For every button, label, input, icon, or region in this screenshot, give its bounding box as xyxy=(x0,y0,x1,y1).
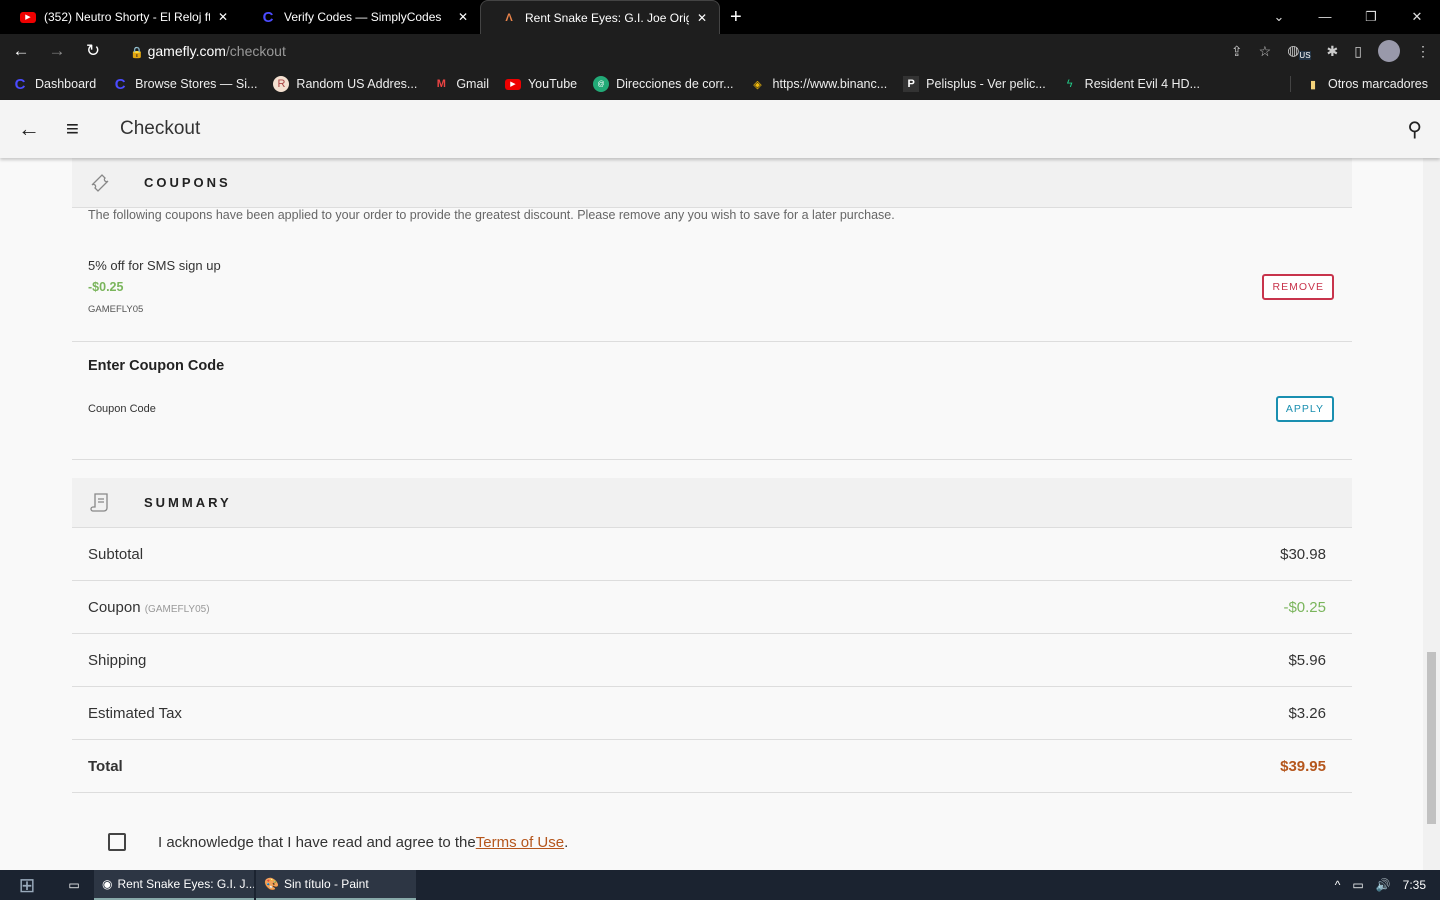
app-header: ← ≡ Checkout ⚲ xyxy=(0,100,1440,158)
bookmark[interactable]: R Random US Addres... xyxy=(273,76,417,92)
page-scrollbar[interactable] xyxy=(1423,158,1440,870)
tab-search-icon[interactable]: ⌄ xyxy=(1256,9,1302,25)
bookmark[interactable]: C Browse Stores — Si... xyxy=(112,75,258,93)
email-icon: @ xyxy=(593,76,610,92)
taskbar-item-paint[interactable]: 🎨 Sin título - Paint xyxy=(256,870,416,900)
page-title: Checkout xyxy=(120,118,201,139)
folder-icon: ▮ xyxy=(1309,78,1316,91)
forward-icon[interactable]: → xyxy=(46,41,68,61)
paint-icon: 🎨 xyxy=(264,877,279,891)
bookmark[interactable]: @ Direcciones de corr... xyxy=(593,76,734,92)
clock[interactable]: 7:35 xyxy=(1403,878,1426,892)
apply-coupon-button[interactable]: APPLY xyxy=(1275,396,1334,422)
url-field[interactable]: 🔒 gamefly.com/checkout xyxy=(130,43,286,59)
side-panel-icon[interactable]: ▯ xyxy=(1354,43,1362,60)
terms-checkbox[interactable] xyxy=(108,833,126,851)
terms-acknowledgement: I acknowledge that I have read and agree… xyxy=(72,833,1352,851)
bookmark[interactable]: P Pelisplus - Ver pelic... xyxy=(903,76,1046,92)
coupon-code-input[interactable]: Coupon Code xyxy=(88,403,156,415)
extensions-icon[interactable]: ✱ xyxy=(1327,43,1339,60)
simplycodes-icon: C xyxy=(114,75,126,93)
minimize-button[interactable]: — xyxy=(1302,9,1348,25)
receipt-icon xyxy=(90,492,108,512)
gmail-icon: M xyxy=(436,78,446,90)
vpn-extension-icon[interactable]: ◍US xyxy=(1287,42,1311,61)
close-tab-icon[interactable]: ✕ xyxy=(218,10,228,24)
simplycodes-icon: C xyxy=(262,8,274,26)
other-bookmarks[interactable]: ▮ Otros marcadores xyxy=(1289,76,1428,92)
youtube-icon: ▶ xyxy=(20,11,36,23)
volume-icon[interactable]: 🔊 xyxy=(1376,878,1391,892)
task-view-icon[interactable]: ▭ xyxy=(54,878,94,892)
chrome-icon: ◉ xyxy=(102,877,113,891)
ticket-icon xyxy=(91,173,109,192)
bookmarks-bar: C Dashboard C Browse Stores — Si... R Rando… xyxy=(0,68,1440,100)
tab-strip: ▶ (352) Neutro Shorty - El Reloj ft. S ✕ C… xyxy=(0,0,1440,34)
summary-row-subtotal: Subtotal $30.98 xyxy=(72,528,1352,581)
hamburger-menu-icon[interactable]: ≡ xyxy=(66,116,90,142)
windows-taskbar: ⊞ ▭ ◉ Rent Snake Eyes: G.I. J... 🎨 Sin tít… xyxy=(0,870,1440,900)
menu-icon[interactable]: ⋮ xyxy=(1416,43,1430,60)
tray-chevron-icon[interactable]: ^ xyxy=(1335,878,1341,892)
browser-tab[interactable]: ▶ (352) Neutro Shorty - El Reloj ft. S ✕ xyxy=(0,0,240,34)
reload-icon[interactable]: ↻ xyxy=(82,41,104,61)
bookmark[interactable]: ◈ https://www.binanc... xyxy=(750,76,887,92)
summary-row-coupon: Coupon (GAMEFLY05) -$0.25 xyxy=(72,581,1352,634)
scrollbar-thumb[interactable] xyxy=(1427,652,1436,824)
back-arrow-icon[interactable]: ← xyxy=(18,116,42,142)
start-icon[interactable]: ⊞ xyxy=(0,873,54,898)
terms-of-use-link[interactable]: Terms of Use xyxy=(476,834,564,851)
checkout-content: COUPONS The following coupons have been … xyxy=(72,158,1352,851)
browser-tab-active[interactable]: ΛRent Snake Eyes: G.I. Joe Origins✕ xyxy=(480,0,720,34)
star-icon[interactable]: ☆ xyxy=(1259,43,1272,60)
resident-evil-icon: ϟ xyxy=(1066,78,1073,90)
close-window-button[interactable]: ✕ xyxy=(1394,9,1440,25)
enter-coupon-section: Enter Coupon Code Coupon Code APPLY xyxy=(72,342,1352,460)
browser-tab[interactable]: C Verify Codes — SimplyCodes ✕ xyxy=(240,0,480,34)
summary-row-tax: Estimated Tax $3.26 xyxy=(72,687,1352,740)
search-icon[interactable]: ⚲ xyxy=(1407,117,1422,142)
pelisplus-icon: P xyxy=(903,76,920,92)
summary-header: SUMMARY xyxy=(72,478,1352,528)
share-icon[interactable]: ⇪ xyxy=(1231,43,1243,60)
summary-section: SUMMARY Subtotal $30.98 Coupon (GAMEFLY05… xyxy=(72,478,1352,793)
bookmark[interactable]: M Gmail xyxy=(433,76,489,92)
coupons-header: COUPONS xyxy=(72,158,1352,208)
network-icon[interactable]: ▭ xyxy=(1352,878,1363,892)
bookmark[interactable]: ϟ Resident Evil 4 HD... xyxy=(1062,76,1200,92)
taskbar-item-chrome[interactable]: ◉ Rent Snake Eyes: G.I. J... xyxy=(94,870,254,900)
gamefly-icon: Λ xyxy=(505,11,513,24)
close-tab-icon[interactable]: ✕ xyxy=(458,10,468,24)
coupons-note: The following coupons have been applied … xyxy=(88,208,895,222)
youtube-icon: ▶ xyxy=(504,78,521,90)
lock-icon: 🔒 xyxy=(130,47,144,59)
new-tab-button[interactable]: + xyxy=(730,6,742,29)
summary-row-total: Total $39.95 xyxy=(72,740,1352,793)
applied-coupon: 5% off for SMS sign up -$0.25 GAMEFLY05 … xyxy=(72,222,1352,342)
summary-row-shipping: Shipping $5.96 xyxy=(72,634,1352,687)
random-address-icon: R xyxy=(273,76,290,92)
bookmark[interactable]: ▶ YouTube xyxy=(504,77,577,91)
back-icon[interactable]: ← xyxy=(10,41,32,61)
simplycodes-icon: C xyxy=(14,75,26,93)
address-bar-row: ← → ↻ 🔒 gamefly.com/checkout ⇪ ☆ ◍US ✱ ▯… xyxy=(0,34,1440,68)
profile-avatar[interactable] xyxy=(1378,40,1400,62)
bookmark[interactable]: C Dashboard xyxy=(12,75,97,93)
remove-coupon-button[interactable]: REMOVE xyxy=(1262,273,1334,300)
close-tab-icon[interactable]: ✕ xyxy=(697,11,707,25)
binance-icon: ◈ xyxy=(753,78,762,91)
restore-button[interactable]: ❐ xyxy=(1348,9,1394,25)
